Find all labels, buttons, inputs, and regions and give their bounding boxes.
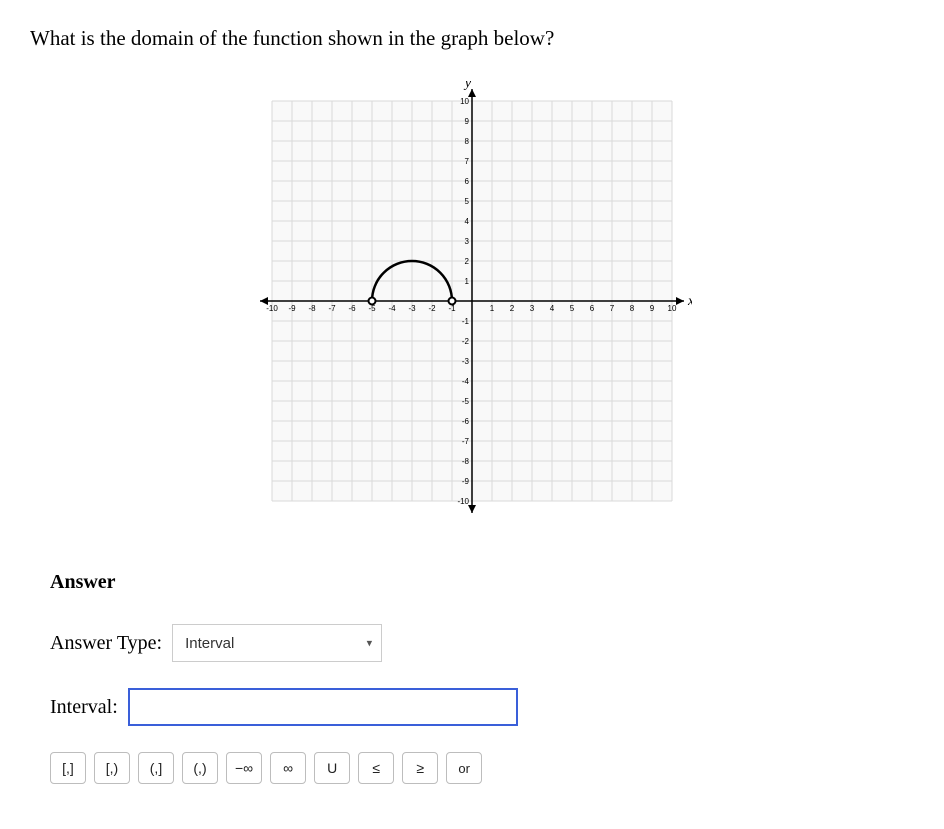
greater-equal-button[interactable]: ≥ (402, 752, 438, 784)
x-axis-label: x (687, 294, 692, 309)
y-tick: 2 (465, 257, 470, 266)
y-tick: -3 (462, 357, 470, 366)
less-equal-button[interactable]: ≤ (358, 752, 394, 784)
y-tick: -10 (457, 497, 469, 506)
or-button[interactable]: or (446, 752, 482, 784)
x-tick: 2 (510, 304, 515, 313)
x-tick: 3 (530, 304, 535, 313)
interval-label: Interval: (50, 696, 118, 719)
y-tick: 5 (465, 197, 470, 206)
symbol-toolbar: [,] [,) (,] (,) −∞ ∞ U ≤ ≥ or (50, 752, 914, 784)
x-tick: 7 (610, 304, 615, 313)
x-tick: -4 (388, 304, 396, 313)
y-tick: -9 (462, 477, 470, 486)
x-tick: 10 (668, 304, 677, 313)
y-axis-label: y (463, 81, 472, 91)
x-tick: -7 (328, 304, 336, 313)
x-tick: -8 (308, 304, 316, 313)
x-tick: -2 (428, 304, 436, 313)
answer-type-select[interactable]: Interval (172, 624, 382, 662)
infinity-button[interactable]: ∞ (270, 752, 306, 784)
x-tick: -10 (266, 304, 278, 313)
y-tick: 8 (465, 137, 470, 146)
y-tick: 10 (460, 97, 469, 106)
question-text: What is the domain of the function shown… (30, 26, 914, 51)
y-tick: 4 (465, 217, 470, 226)
x-tick: 9 (650, 304, 655, 313)
coordinate-graph: x y -10 -9 -8 -7 -6 -5 -4 -3 -2 -1 1 2 3 (252, 81, 692, 521)
y-tick: -1 (462, 317, 470, 326)
y-tick: 9 (465, 117, 470, 126)
x-tick: 6 (590, 304, 595, 313)
x-tick: 5 (570, 304, 575, 313)
y-tick: -4 (462, 377, 470, 386)
graph-container: x y -10 -9 -8 -7 -6 -5 -4 -3 -2 -1 1 2 3 (30, 81, 914, 521)
y-tick: -5 (462, 397, 470, 406)
y-tick: -7 (462, 437, 470, 446)
x-tick: -3 (408, 304, 416, 313)
y-tick: 6 (465, 177, 470, 186)
y-tick: -6 (462, 417, 470, 426)
union-button[interactable]: U (314, 752, 350, 784)
x-tick: 8 (630, 304, 635, 313)
y-tick: 3 (465, 237, 470, 246)
interval-open-open-button[interactable]: (,) (182, 752, 218, 784)
y-tick: 1 (465, 277, 470, 286)
y-tick: -8 (462, 457, 470, 466)
endpoint-open-left (369, 298, 376, 305)
y-tick: 7 (465, 157, 470, 166)
x-tick: -6 (348, 304, 356, 313)
interval-closed-open-button[interactable]: [,) (94, 752, 130, 784)
answer-heading: Answer (50, 571, 914, 594)
negative-infinity-button[interactable]: −∞ (226, 752, 262, 784)
interval-input[interactable] (128, 688, 518, 726)
endpoint-open-right (449, 298, 456, 305)
interval-closed-closed-button[interactable]: [,] (50, 752, 86, 784)
x-tick: 4 (550, 304, 555, 313)
x-tick: -9 (288, 304, 296, 313)
interval-open-closed-button[interactable]: (,] (138, 752, 174, 784)
x-tick: 1 (490, 304, 495, 313)
y-tick: -2 (462, 337, 470, 346)
answer-type-label: Answer Type: (50, 632, 162, 655)
